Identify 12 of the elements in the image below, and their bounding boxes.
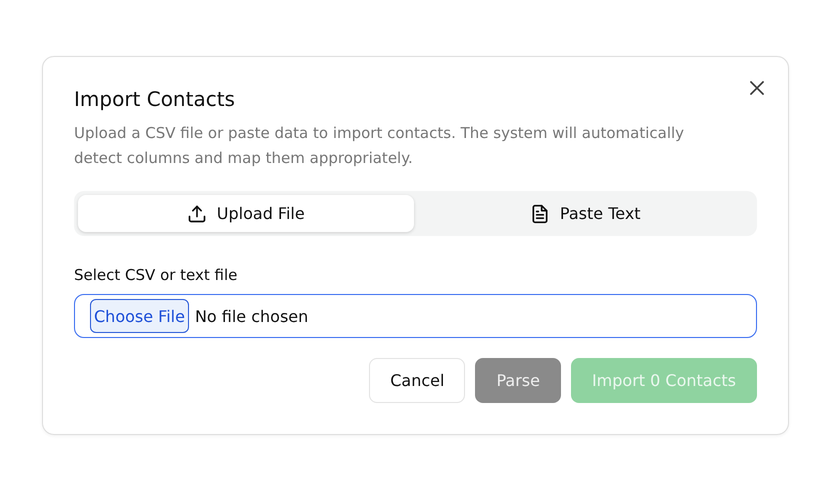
tab[interactable]: Paste Text: [418, 195, 753, 232]
choose-file-button[interactable]: Choose File: [90, 299, 189, 333]
field-label: Select CSV or text file: [74, 266, 238, 284]
tab[interactable]: Upload File: [78, 195, 414, 232]
upload-icon: [186, 204, 207, 224]
file-status: No file chosen: [194, 306, 308, 326]
close-icon[interactable]: [750, 81, 764, 95]
document-icon: [530, 204, 550, 224]
cancel-button[interactable]: Cancel: [369, 358, 466, 403]
dialog-description: Upload a CSV file or paste data to import contacts. The system will automatically detect columns and map them appropriately.: [74, 123, 686, 169]
dialog-title: Import Contacts: [74, 86, 236, 113]
file-input-field[interactable]: Choose File No file chosen: [74, 294, 757, 338]
